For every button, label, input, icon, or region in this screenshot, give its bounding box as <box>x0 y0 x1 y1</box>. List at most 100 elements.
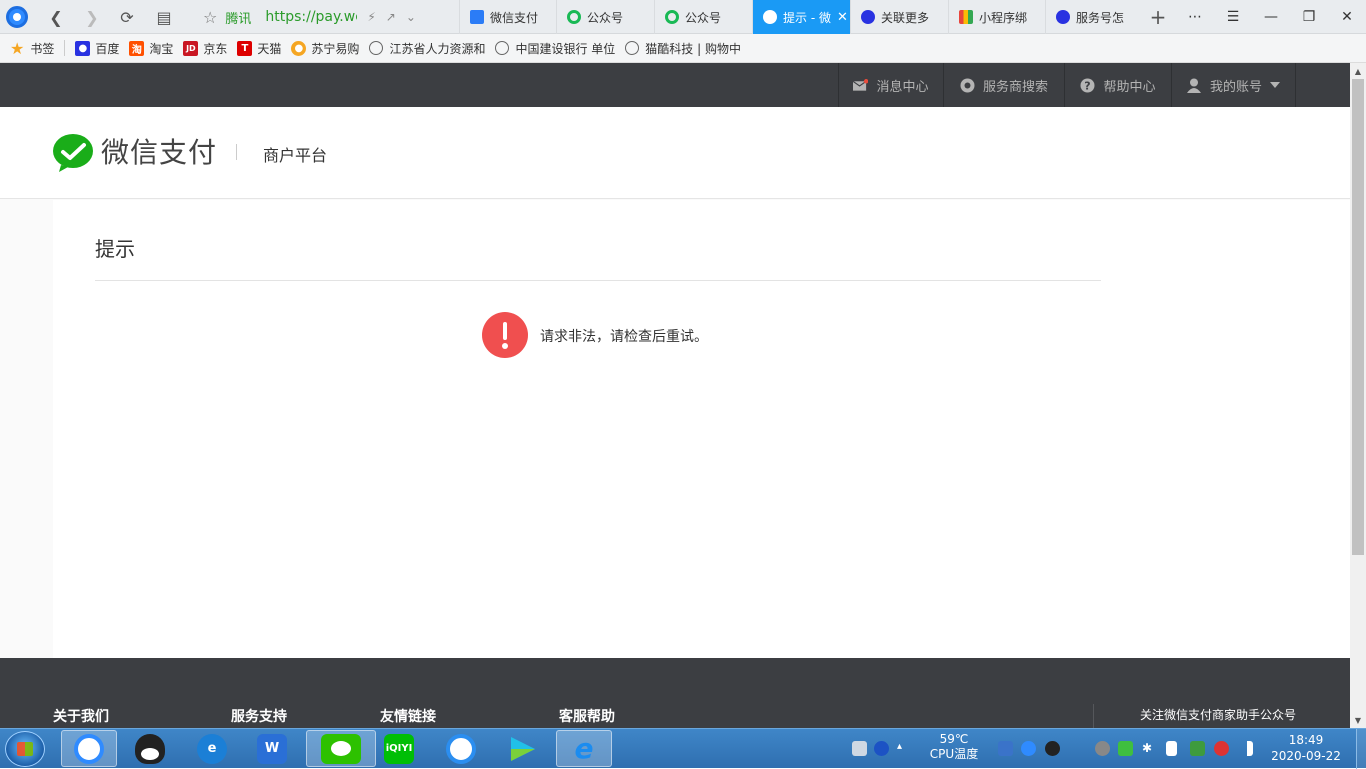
cpu-temp-value: 59℃ <box>939 732 969 746</box>
bookmark-taobao[interactable]: 淘 淘宝 <box>129 40 173 57</box>
cube-tray-icon[interactable] <box>998 741 1013 756</box>
bluetooth-icon[interactable]: ✱ <box>1142 741 1152 756</box>
footer-service-support[interactable]: 服务支持 <box>231 706 287 726</box>
restore-icon[interactable]: ❐ <box>1290 0 1328 34</box>
reading-mode-icon[interactable]: ▤ <box>152 5 176 29</box>
tab-xiaochengxu[interactable]: 小程序绑 <box>948 0 1045 34</box>
lightning-icon[interactable]: ⚡ <box>367 10 375 24</box>
chevron-down-icon[interactable]: ⌄ <box>406 10 416 24</box>
address-bar[interactable]: ☆ 腾讯 https://pay.weixin.qq.com ⚡ ↗ ⌄ <box>197 3 459 31</box>
usb-device-icon[interactable] <box>1166 741 1177 756</box>
network-signal-icon[interactable] <box>1238 741 1253 756</box>
bookmark-suning[interactable]: ● 苏宁易购 <box>291 40 359 57</box>
help-center-link[interactable]: ? 帮助中心 <box>1064 63 1171 107</box>
message-center-link[interactable]: 消息中心 <box>838 63 943 107</box>
title-divider <box>95 280 1101 281</box>
forward-icon[interactable]: ❯ <box>80 5 104 29</box>
play-icon <box>507 734 537 764</box>
bookmark-maoku[interactable]: 猫酷科技 | 购物中 <box>625 40 741 57</box>
share-icon[interactable]: ↗ <box>386 10 396 24</box>
bookmark-jd[interactable]: JD 京东 <box>183 40 227 57</box>
cpu-temp-label: CPU温度 <box>929 747 979 761</box>
browser-tab-bar: ❮ ❯ ⟳ ▤ ☆ 腾讯 https://pay.weixin.qq.com ⚡… <box>0 0 1366 34</box>
tray-chevron-icon[interactable]: ▴ <box>897 741 907 756</box>
tab-tishi-active[interactable]: 提示 - 微 ✕ <box>752 0 850 34</box>
footer-about-us[interactable]: 关于我们 <box>53 706 109 726</box>
users-tray-icon[interactable] <box>1095 741 1110 756</box>
help-center-label: 帮助中心 <box>1103 79 1156 95</box>
bookmark-jiangsu-hr[interactable]: 江苏省人力资源和 <box>369 40 485 57</box>
tab-gongzhonghao-2[interactable]: 公众号 <box>654 0 752 34</box>
taskbar-video-player[interactable] <box>494 730 550 767</box>
back-icon[interactable]: ❮ <box>44 5 68 29</box>
iqiyi-icon: iQIYI <box>384 733 414 764</box>
footer-customer-help[interactable]: 客服帮助 <box>559 706 615 726</box>
taskbar-ie-blue[interactable]: e <box>184 730 240 767</box>
footer-friend-links[interactable]: 友情链接 <box>380 706 436 726</box>
envelope-icon <box>853 78 869 93</box>
scrollbar-thumb[interactable] <box>1352 79 1364 555</box>
system-clock[interactable]: 18:49 2020-09-22 <box>1268 732 1344 764</box>
tab-weixin-pay[interactable]: 微信支付 <box>459 0 556 34</box>
scroll-down-icon[interactable]: ▼ <box>1350 712 1366 728</box>
taskbar-browser[interactable] <box>61 730 117 767</box>
taskbar-qq[interactable] <box>122 730 178 767</box>
bookmark-baidu[interactable]: ● 百度 <box>75 40 119 57</box>
scroll-up-icon[interactable]: ▲ <box>1350 63 1366 79</box>
browser-logo-icon[interactable] <box>6 6 28 28</box>
svg-text:?: ? <box>1085 79 1091 92</box>
taskbar-ie[interactable]: e <box>556 730 612 767</box>
wechat-mp-icon <box>567 10 581 24</box>
menu-icon[interactable]: ☰ <box>1214 0 1252 34</box>
qq-tray-icon[interactable] <box>1045 741 1060 756</box>
show-desktop-button[interactable] <box>1356 729 1366 769</box>
taskbar-feishu[interactable] <box>433 730 489 767</box>
refresh-icon[interactable]: ⟳ <box>115 5 139 29</box>
top-navigation: 消息中心 服务商搜索 ? 帮助中心 我的账号 <box>0 63 1350 107</box>
tab-gongzhonghao-1[interactable]: 公众号 <box>556 0 654 34</box>
tab-guanlian[interactable]: 关联更多 <box>850 0 948 34</box>
taobao-icon: 淘 <box>129 40 145 56</box>
doc-icon <box>470 10 484 24</box>
bookmark-label: 猫酷科技 | 购物中 <box>645 41 741 56</box>
minimize-icon[interactable]: — <box>1252 0 1290 34</box>
tab-label: 小程序绑 <box>979 10 1028 25</box>
sogou-browser-icon: e <box>197 733 227 764</box>
site-footer: 关于我们 服务支持 友情链接 客服帮助 关注微信支付商家助手公众号 <box>0 658 1350 728</box>
volume-muted-icon[interactable] <box>1214 741 1229 756</box>
caret-down-icon <box>1270 82 1280 88</box>
brand-name[interactable]: 微信支付 <box>101 131 217 171</box>
security-check-icon[interactable] <box>1190 741 1205 756</box>
close-tab-icon[interactable]: ✕ <box>837 10 848 25</box>
wechat-pay-logo-icon[interactable] <box>53 134 93 172</box>
provider-search-link[interactable]: 服务商搜索 <box>943 63 1064 107</box>
taskbar-iqiyi[interactable]: iQIYI <box>371 730 427 767</box>
keyboard-icon[interactable] <box>852 741 867 756</box>
my-account-menu[interactable]: 我的账号 <box>1171 63 1296 107</box>
bookmark-shuqian[interactable]: ★ 书签 <box>10 39 54 58</box>
taskbar-wps[interactable]: W <box>244 730 300 767</box>
blue-swirl-app-icon <box>446 733 476 764</box>
more-icon[interactable]: ⋯ <box>1176 0 1214 34</box>
bookmark-tmall[interactable]: T 天猫 <box>237 40 281 57</box>
play-tray-icon[interactable] <box>1118 741 1133 756</box>
favorite-star-icon[interactable]: ☆ <box>203 8 217 27</box>
clock-date: 2020-09-22 <box>1271 749 1341 763</box>
bookmark-label: 淘宝 <box>149 41 174 56</box>
browser-tray-icon[interactable] <box>1021 741 1036 756</box>
close-window-icon[interactable]: ✕ <box>1328 0 1366 34</box>
help-tray-icon[interactable] <box>874 741 889 756</box>
taskbar-wechat[interactable] <box>306 730 376 767</box>
start-button[interactable] <box>5 731 45 767</box>
message-center-label: 消息中心 <box>876 79 929 95</box>
cpu-temperature[interactable]: 59℃ CPU温度 <box>928 732 980 762</box>
web-page: 消息中心 服务商搜索 ? 帮助中心 我的账号 微信支付 商户平台 提示 请求非法… <box>0 63 1350 728</box>
baidu-paw-icon: ● <box>75 40 91 56</box>
page-scrollbar[interactable]: ▲ ▼ <box>1350 63 1366 728</box>
windows-taskbar: e W iQIYI e ▴ 59℃ CPU温度 ✱ 18:49 2020-09-… <box>0 728 1366 769</box>
new-tab-icon[interactable]: + <box>1146 5 1170 29</box>
help-icon: ? <box>1080 78 1095 93</box>
tab-fuwuhao[interactable]: 服务号怎 <box>1045 0 1143 34</box>
url-text[interactable]: https://pay.weixin.qq.com <box>265 9 357 25</box>
bookmark-ccb[interactable]: 中国建设银行 单位 <box>495 40 615 57</box>
